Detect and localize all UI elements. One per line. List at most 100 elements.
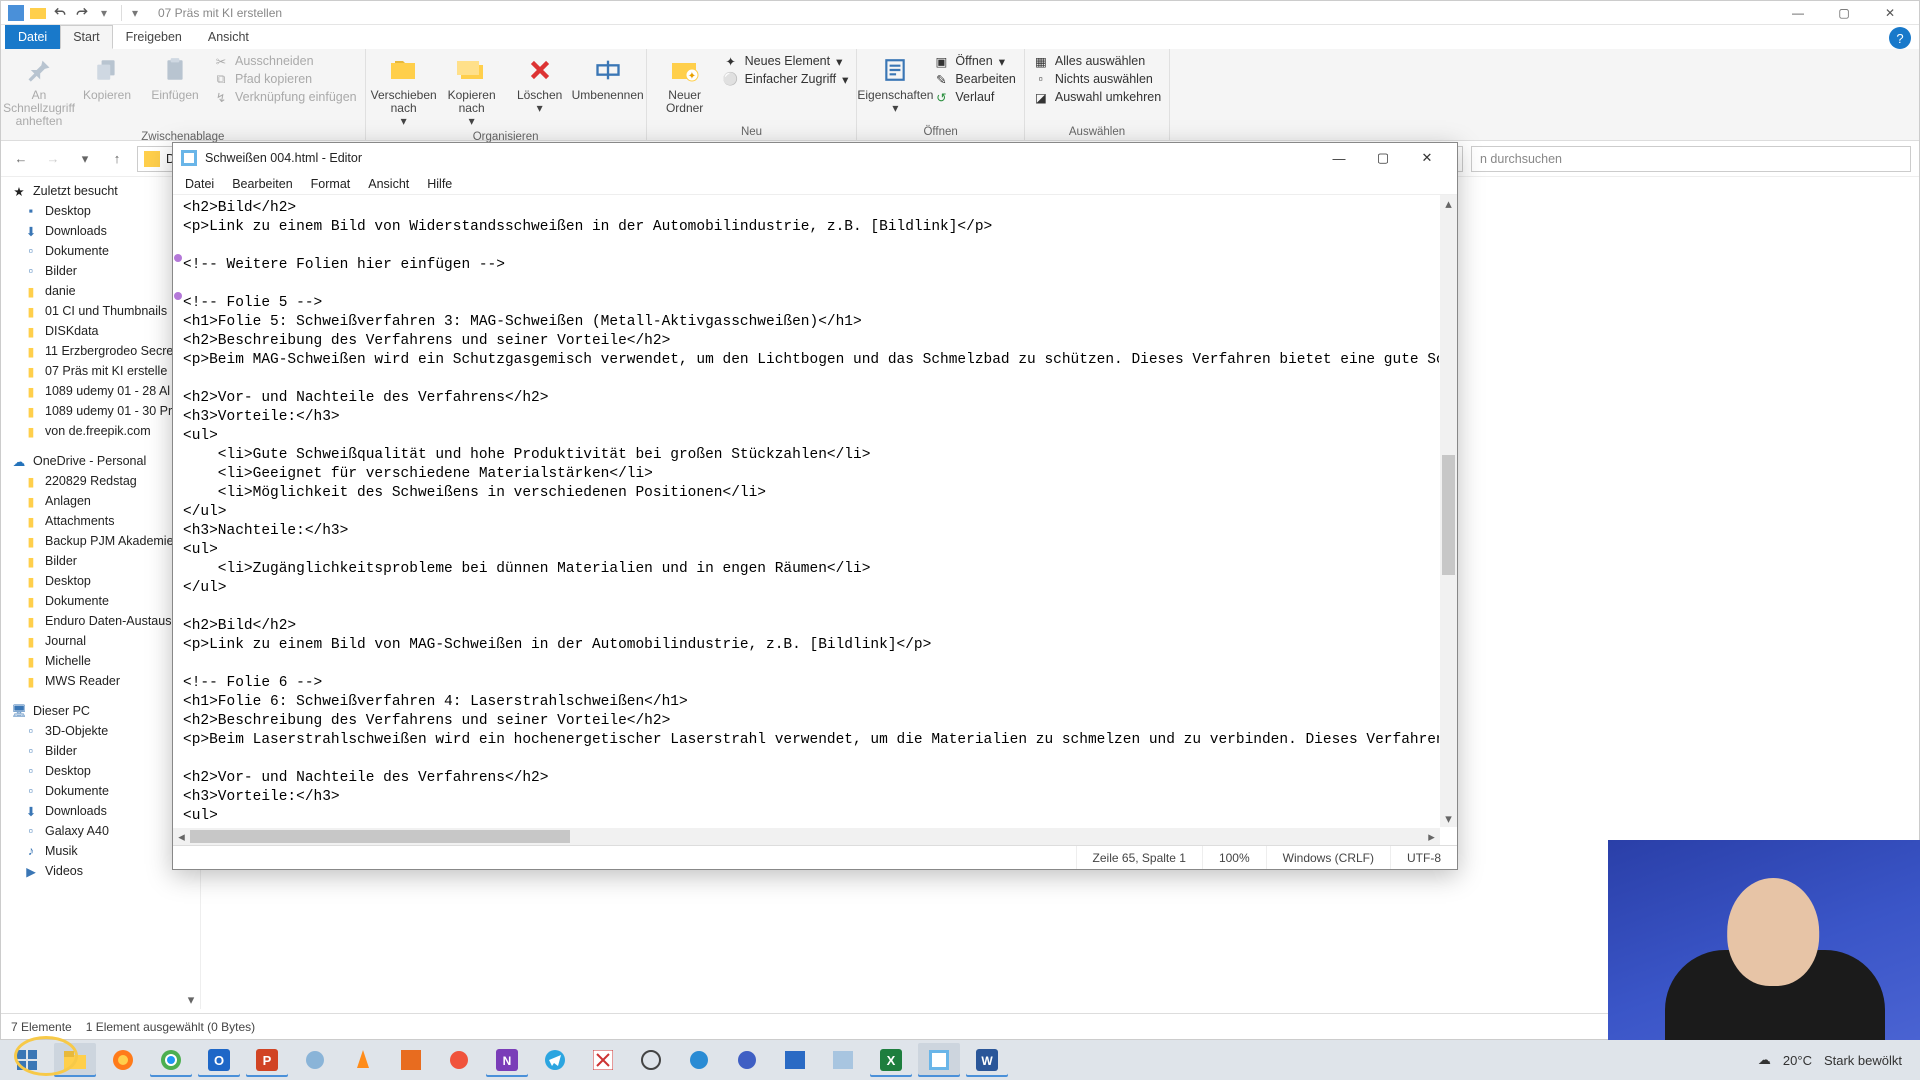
tree-item[interactable]: ▮Dokumente	[1, 591, 200, 611]
tree-item[interactable]: ▮01 CI und Thumbnails	[1, 301, 200, 321]
np-close-button[interactable]: ✕	[1405, 144, 1449, 172]
taskbar-app[interactable]	[582, 1043, 624, 1077]
tree-item[interactable]: ▮Desktop	[1, 571, 200, 591]
taskbar-app[interactable]	[822, 1043, 864, 1077]
tree-item[interactable]: ▮Attachments	[1, 511, 200, 531]
np-maximize-button[interactable]: ▢	[1361, 144, 1405, 172]
select-all-button[interactable]: ▦Alles auswählen	[1033, 53, 1161, 69]
taskbar-app[interactable]	[678, 1043, 720, 1077]
horizontal-scrollbar[interactable]: ◂ ▸	[173, 828, 1440, 845]
tree-item[interactable]: ▫Galaxy A40	[1, 821, 200, 841]
undo-icon[interactable]	[51, 4, 69, 22]
close-button[interactable]: ✕	[1867, 1, 1913, 25]
chevron-down-icon[interactable]: ▾	[126, 4, 144, 22]
menu-view[interactable]: Ansicht	[360, 175, 417, 193]
taskbar-notepad[interactable]	[918, 1043, 960, 1077]
paste-button[interactable]: Einfügen	[145, 53, 205, 102]
tree-item[interactable]: ▫Bilder	[1, 261, 200, 281]
taskbar-outlook[interactable]: O	[198, 1043, 240, 1077]
invert-selection-button[interactable]: ◪Auswahl umkehren	[1033, 89, 1161, 105]
scroll-thumb[interactable]	[190, 830, 570, 843]
tree-item[interactable]: ▶Videos	[1, 861, 200, 881]
tree-item[interactable]: ⬇Downloads	[1, 801, 200, 821]
taskbar-onenote[interactable]: N	[486, 1043, 528, 1077]
tree-quick-access[interactable]: ★Zuletzt besucht	[1, 181, 200, 201]
menu-format[interactable]: Format	[303, 175, 359, 193]
paste-shortcut-button[interactable]: ↯Verknüpfung einfügen	[213, 89, 357, 105]
tree-item[interactable]: ▮07 Präs mit KI erstelle	[1, 361, 200, 381]
copy-to-button[interactable]: Kopieren nach▾	[442, 53, 502, 129]
taskbar-explorer[interactable]	[54, 1043, 96, 1077]
properties-button[interactable]: Eigenschaften▾	[865, 53, 925, 115]
pin-quickaccess-button[interactable]: An Schnellzugriff anheften	[9, 53, 69, 129]
tree-this-pc[interactable]: 🖥Dieser PC	[1, 701, 200, 721]
taskbar-app[interactable]	[630, 1043, 672, 1077]
np-minimize-button[interactable]: —	[1317, 144, 1361, 172]
taskbar-word[interactable]: W	[966, 1043, 1008, 1077]
scroll-right-icon[interactable]: ▸	[1423, 828, 1440, 845]
taskbar-chrome[interactable]	[150, 1043, 192, 1077]
move-to-button[interactable]: Verschieben nach▾	[374, 53, 434, 129]
tree-item[interactable]: ▮von de.freepik.com	[1, 421, 200, 441]
minimize-button[interactable]: —	[1775, 1, 1821, 25]
taskbar-app[interactable]	[294, 1043, 336, 1077]
tree-scroll-down[interactable]: ▾	[184, 993, 198, 1007]
scroll-down-icon[interactable]: ▾	[1440, 810, 1457, 827]
new-folder-button[interactable]: ✦Neuer Ordner	[655, 53, 715, 115]
history-button[interactable]: ↺Verlauf	[933, 89, 1015, 105]
taskbar-powerpoint[interactable]: P	[246, 1043, 288, 1077]
tree-item[interactable]: ▮220829 Redstag	[1, 471, 200, 491]
edit-button[interactable]: ✎Bearbeiten	[933, 71, 1015, 87]
tree-item[interactable]: ▮1089 udemy 01 - 30 Pr	[1, 401, 200, 421]
help-icon[interactable]: ?	[1889, 27, 1911, 49]
tree-item[interactable]: ▮Backup PJM Akademie	[1, 531, 200, 551]
tree-item[interactable]: ♪Musik	[1, 841, 200, 861]
tree-item[interactable]: ▪Desktop	[1, 201, 200, 221]
tree-onedrive[interactable]: ☁OneDrive - Personal	[1, 451, 200, 471]
maximize-button[interactable]: ▢	[1821, 1, 1867, 25]
tab-share[interactable]: Freigeben	[113, 25, 195, 49]
taskbar-firefox[interactable]	[102, 1043, 144, 1077]
dropdown-icon[interactable]: ▾	[95, 4, 113, 22]
copy-button[interactable]: Kopieren	[77, 53, 137, 102]
redo-icon[interactable]	[73, 4, 91, 22]
tree-item[interactable]: ▮danie	[1, 281, 200, 301]
tree-item[interactable]: ▮Journal	[1, 631, 200, 651]
tab-start[interactable]: Start	[60, 25, 112, 49]
menu-file[interactable]: Datei	[177, 175, 222, 193]
navigation-tree[interactable]: ★Zuletzt besucht ▪Desktop ⬇Downloads ▫Do…	[1, 177, 201, 1009]
tree-item[interactable]: ⬇Downloads	[1, 221, 200, 241]
taskbar-app[interactable]	[726, 1043, 768, 1077]
menu-edit[interactable]: Bearbeiten	[224, 175, 300, 193]
taskbar-app[interactable]	[438, 1043, 480, 1077]
taskbar-excel[interactable]: X	[870, 1043, 912, 1077]
tree-item[interactable]: ▮DISKdata	[1, 321, 200, 341]
tree-item[interactable]: ▮Anlagen	[1, 491, 200, 511]
forward-button[interactable]: →	[41, 147, 65, 171]
scroll-up-icon[interactable]: ▴	[1440, 195, 1457, 212]
tree-item[interactable]: ▫Desktop	[1, 761, 200, 781]
tree-item[interactable]: ▫Bilder	[1, 741, 200, 761]
up-button[interactable]: ↑	[105, 147, 129, 171]
tree-item[interactable]: ▫3D-Objekte	[1, 721, 200, 741]
notepad-titlebar[interactable]: Schweißen 004.html - Editor — ▢ ✕	[173, 143, 1457, 173]
select-none-button[interactable]: ▫Nichts auswählen	[1033, 71, 1161, 87]
cut-button[interactable]: ✂Ausschneiden	[213, 53, 357, 69]
start-button[interactable]	[6, 1043, 48, 1077]
taskbar-app[interactable]	[390, 1043, 432, 1077]
copy-path-button[interactable]: ⧉Pfad kopieren	[213, 71, 357, 87]
search-input[interactable]: n durchsuchen	[1471, 146, 1911, 172]
notepad-text-area[interactable]: <h2>Bild</h2> <p>Link zu einem Bild von …	[183, 199, 1439, 827]
back-button[interactable]: ←	[9, 147, 33, 171]
tree-item[interactable]: ▮MWS Reader	[1, 671, 200, 691]
easy-access-button[interactable]: ⚪Einfacher Zugriff▾	[723, 71, 849, 87]
taskbar-app[interactable]	[774, 1043, 816, 1077]
tab-view[interactable]: Ansicht	[195, 25, 262, 49]
tree-item[interactable]: ▫Dokumente	[1, 781, 200, 801]
system-tray[interactable]: ☁ 20°C Stark bewölkt	[1758, 1052, 1914, 1068]
taskbar-telegram[interactable]	[534, 1043, 576, 1077]
new-item-button[interactable]: ✦Neues Element▾	[723, 53, 849, 69]
recent-dropdown[interactable]: ▾	[73, 147, 97, 171]
open-button[interactable]: ▣Öffnen▾	[933, 53, 1015, 69]
scroll-left-icon[interactable]: ◂	[173, 828, 190, 845]
